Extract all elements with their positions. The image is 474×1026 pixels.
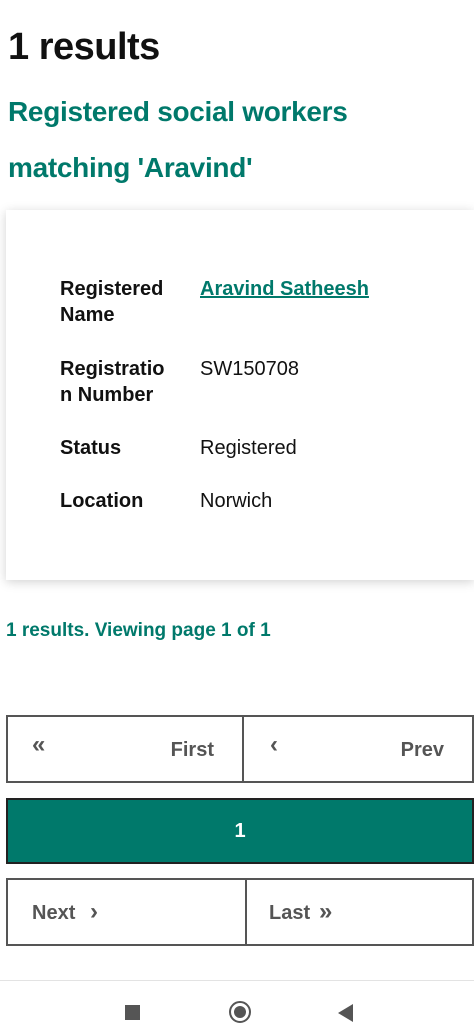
registered-name-label: Registered Name [60,278,164,326]
next-label: Next [32,902,76,924]
next-page-button[interactable]: Next › [6,878,247,946]
current-page-indicator[interactable]: 1 [6,798,474,864]
chevron-right-icon: › [90,898,98,925]
first-page-button[interactable]: « First [6,715,244,783]
registered-name-link[interactable]: Aravind Satheesh [200,276,369,302]
results-summary: 1 results. Viewing page 1 of 1 [6,620,271,641]
result-card: Registered Name Aravind Satheesh Registr… [6,210,474,580]
location-value: Norwich [200,490,273,512]
circle-icon[interactable] [229,1001,251,1023]
results-subheading: Registered social workers matching 'Arav… [8,96,348,183]
status-label: Status [60,437,122,459]
triangle-back-icon[interactable] [338,1004,353,1022]
double-chevron-left-icon: « [32,731,46,758]
double-chevron-right-icon: » [319,898,333,925]
last-page-button[interactable]: Last » [245,878,474,946]
prev-page-button[interactable]: ‹ Prev [242,715,474,783]
square-icon[interactable] [125,1005,140,1020]
first-label: First [170,739,214,761]
last-label: Last [269,902,311,924]
status-value: Registered [200,437,297,459]
registration-number-value: SW150708 [200,358,299,380]
chevron-left-icon: ‹ [270,731,278,758]
registration-number-label: Registration Number [60,358,165,406]
prev-label: Prev [400,739,444,761]
location-label: Location [60,490,144,512]
search-results-page: 1 results Registered social workers matc… [0,0,474,1026]
system-navigation-bar [0,980,474,1026]
results-count-heading: 1 results [8,26,160,68]
